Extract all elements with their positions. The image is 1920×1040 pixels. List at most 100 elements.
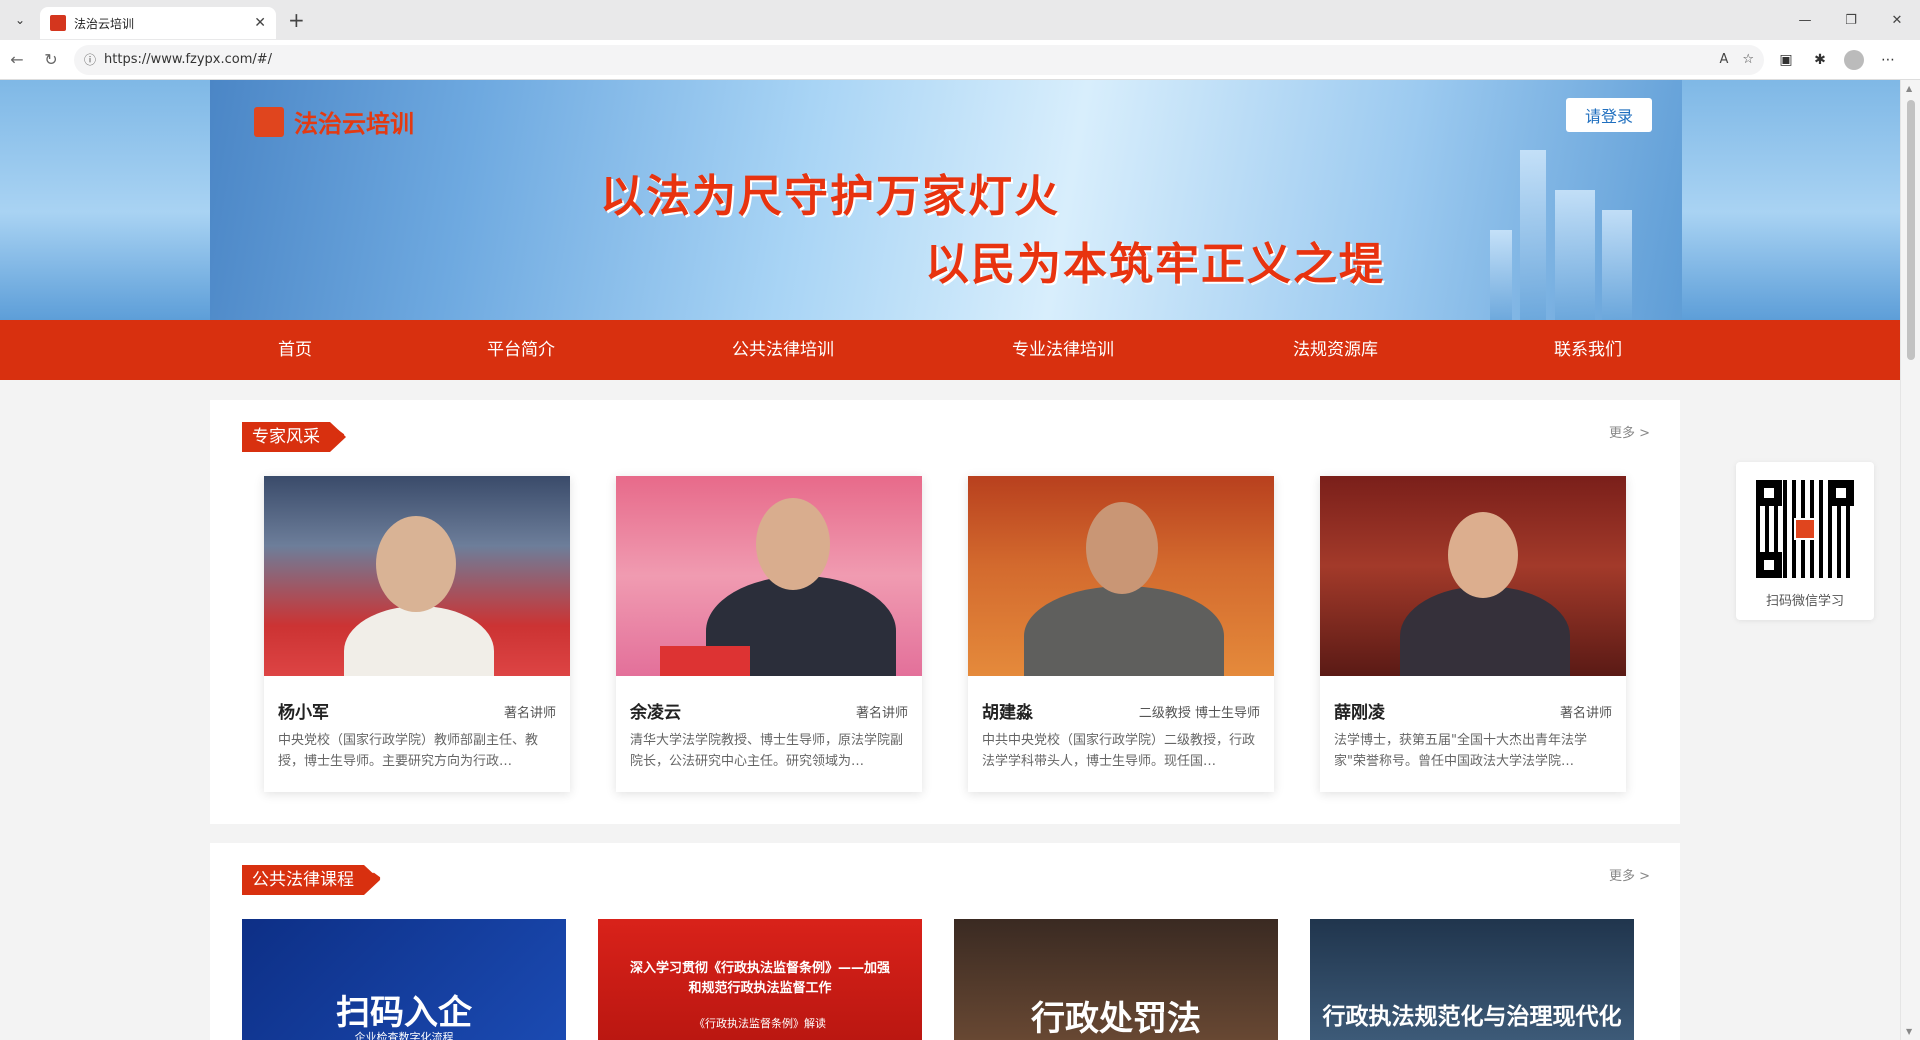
scroll-up-icon[interactable]: ▲ <box>1906 84 1912 93</box>
logo-seal-icon <box>254 106 284 137</box>
qr-code-icon <box>1756 480 1854 578</box>
qr-label: 扫码微信学习 <box>1765 594 1844 609</box>
expert-card[interactable]: 余凌云 著名讲师 清华大学法学院教授、博士生导师，原法学院副院长，公法研究中心主… <box>616 476 922 792</box>
expert-title: 著名讲师 <box>1559 706 1612 721</box>
minimize-icon[interactable]: — <box>1782 0 1828 40</box>
photo-figure <box>756 498 830 590</box>
browser-tab-strip: ⌄ 法治云培训 ✕ + — ❐ ✕ <box>0 0 1920 40</box>
main-nav: 首页 平台简介 公共法律培训 专业法律培训 法规资源库 联系我们 <box>0 320 1900 380</box>
qr-finder <box>1832 484 1850 502</box>
expert-title: 著名讲师 <box>503 706 556 721</box>
address-bar[interactable]: ⓘ https://www.fzypx.com/#/ A ☆ <box>74 44 1764 75</box>
expert-photo <box>264 476 570 676</box>
url-text: https://www.fzypx.com/#/ <box>104 52 273 67</box>
address-bar-actions: A ☆ <box>1719 52 1754 67</box>
expert-title: 著名讲师 <box>855 706 908 721</box>
course-subtitle: 《行政执法监督条例》解读 <box>694 1017 826 1030</box>
expert-title: 二级教授 博士生导师 <box>1138 706 1260 721</box>
favorite-star-icon[interactable]: ☆ <box>1742 52 1754 67</box>
close-tab-icon[interactable]: ✕ <box>254 15 266 31</box>
banner-image: 法治云培训 请登录 以法为尺守护万家灯火 以民为本筑牢正义之堤 <box>210 80 1682 320</box>
expert-desc: 法学博士，获第五届"全国十大杰出青年法学家"荣誉称号。曾任中国政法大学法学院… <box>1334 733 1587 769</box>
site-info-icon[interactable]: ⓘ <box>84 51 96 68</box>
toolbar-actions: ▣ ✱ ⋯ <box>1776 49 1898 70</box>
photo-figure <box>376 516 456 612</box>
close-window-icon[interactable]: ✕ <box>1874 0 1920 40</box>
banner-slogan-line2: 以民为本筑牢正义之堤 <box>925 239 1385 290</box>
new-tab-button[interactable]: + <box>288 8 305 32</box>
read-aloud-icon[interactable]: A <box>1719 52 1728 67</box>
photo-figure <box>1448 512 1518 598</box>
expert-desc: 中共中央党校（国家行政学院）二级教授，行政法学学科带头人，博士生导师。现任国… <box>982 733 1256 769</box>
section-title-experts: 专家风采 <box>242 422 346 452</box>
building-decoration <box>1520 150 1546 320</box>
expert-card[interactable]: 薛刚凌 著名讲师 法学博士，获第五届"全国十大杰出青年法学家"荣誉称号。曾任中国… <box>1320 476 1626 792</box>
nav-item-about[interactable]: 平台简介 <box>487 320 555 380</box>
public-courses-more-link[interactable]: 更多 > <box>1609 865 1650 884</box>
page-viewport: 法治云培训 请登录 以法为尺守护万家灯火 以民为本筑牢正义之堤 首页 平台简介 … <box>0 80 1920 1040</box>
expert-name: 胡建淼 <box>982 703 1033 723</box>
experts-more-link[interactable]: 更多 > <box>1609 422 1650 441</box>
expert-photo <box>1320 476 1626 676</box>
more-menu-icon[interactable]: ⋯ <box>1878 50 1898 70</box>
course-title: 深入学习贯彻《行政执法监督条例》——加强和规范行政执法监督工作 <box>629 961 890 996</box>
photo-figure <box>1024 586 1224 676</box>
refresh-icon[interactable]: ↻ <box>34 43 68 77</box>
expert-desc: 中央党校（国家行政学院）教师部副主任、教授，博士生导师。主要研究方向为行政… <box>278 733 539 769</box>
experts-section: 专家风采 ››› 更多 > 杨小军 著名讲师 中央党校（国家行政学院）教师部副主… <box>210 400 1680 824</box>
course-title: 扫码入企 <box>336 993 472 1033</box>
site-logo[interactable]: 法治云培训 <box>254 104 414 139</box>
nav-item-home[interactable]: 首页 <box>278 320 312 380</box>
building-decoration <box>1555 190 1595 320</box>
qr-finder <box>1760 556 1778 574</box>
expert-photo <box>616 476 922 676</box>
restore-icon[interactable]: ❐ <box>1828 0 1874 40</box>
section-title-public-courses: 公共法律课程 <box>242 865 380 895</box>
expert-desc: 清华大学法学院教授、博士生导师，原法学院副院长，公法研究中心主任。研究领域为… <box>630 733 904 769</box>
qr-finder <box>1760 484 1778 502</box>
wechat-qr-widget[interactable]: 扫码微信学习 <box>1736 462 1874 620</box>
chevrons-icon: ››› <box>334 420 347 450</box>
chevrons-icon: ››› <box>370 863 383 893</box>
browser-tab[interactable]: 法治云培训 ✕ <box>40 7 276 39</box>
course-card[interactable]: 深入学习贯彻《行政执法监督条例》——加强和规范行政执法监督工作 《行政执法监督条… <box>598 919 922 1040</box>
extensions-icon[interactable]: ✱ <box>1810 50 1830 70</box>
address-bar-row: ← ↻ ⓘ https://www.fzypx.com/#/ A ☆ ▣ ✱ ⋯ <box>0 40 1920 80</box>
collections-icon[interactable]: ▣ <box>1776 50 1796 70</box>
page-scrollbar[interactable]: ▲ ▼ <box>1900 80 1920 1040</box>
course-card[interactable]: 扫码入企 企业检查数字化流程 <box>242 919 566 1040</box>
qr-logo-icon <box>1794 518 1816 540</box>
tab-actions-menu[interactable]: ⌄ <box>6 6 34 34</box>
banner-slogan-line1: 以法为尺守护万家灯火 <box>600 171 1060 222</box>
expert-card[interactable]: 杨小军 著名讲师 中央党校（国家行政学院）教师部副主任、教授，博士生导师。主要研… <box>264 476 570 792</box>
building-decoration <box>1602 210 1632 320</box>
site-favicon-icon <box>50 15 66 31</box>
nav-item-professional-law[interactable]: 专业法律培训 <box>1012 320 1114 380</box>
expert-name: 杨小军 <box>278 703 329 723</box>
header-banner: 法治云培训 请登录 以法为尺守护万家灯火 以民为本筑牢正义之堤 <box>0 80 1900 320</box>
photo-figure <box>1086 502 1158 594</box>
expert-name: 薛刚凌 <box>1334 703 1385 723</box>
photo-figure <box>1400 586 1570 676</box>
nav-item-contact[interactable]: 联系我们 <box>1554 320 1622 380</box>
public-courses-section: 公共法律课程 ››› 更多 > 扫码入企 企业检查数字化流程 深入学习贯彻《行政… <box>210 843 1680 1040</box>
expert-card[interactable]: 胡建淼 二级教授 博士生导师 中共中央党校（国家行政学院）二级教授，行政法学学科… <box>968 476 1274 792</box>
nav-item-public-law[interactable]: 公共法律培训 <box>732 320 834 380</box>
name-plate <box>660 646 750 676</box>
building-decoration <box>1490 230 1512 320</box>
scrollbar-thumb[interactable] <box>1907 100 1915 360</box>
course-title: 行政执法规范化与治理现代化 <box>1322 1004 1622 1030</box>
photo-figure <box>344 606 494 676</box>
course-card[interactable]: 行政处罚法 <box>954 919 1278 1040</box>
back-icon[interactable]: ← <box>0 43 34 77</box>
course-subtitle: 企业检查数字化流程 <box>354 1031 454 1040</box>
login-button[interactable]: 请登录 <box>1566 98 1652 132</box>
course-card[interactable]: 行政执法规范化与治理现代化 <box>1310 919 1634 1040</box>
logo-text: 法治云培训 <box>294 110 414 138</box>
profile-avatar[interactable] <box>1844 49 1864 70</box>
expert-photo <box>968 476 1274 676</box>
scroll-down-icon[interactable]: ▼ <box>1906 1027 1912 1036</box>
nav-item-regulations[interactable]: 法规资源库 <box>1293 320 1378 380</box>
window-controls: — ❐ ✕ <box>1782 0 1920 40</box>
expert-name: 余凌云 <box>630 703 681 723</box>
